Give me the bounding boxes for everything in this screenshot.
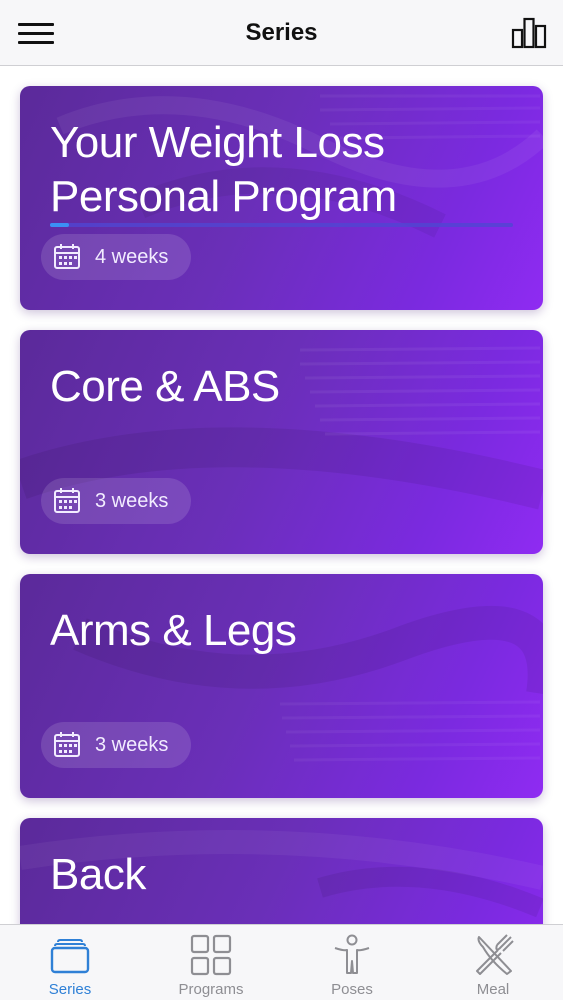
calendar-icon [54,488,80,513]
grid-icon [190,934,232,976]
series-title: Core & ABS [50,362,280,411]
page-title: Series [245,19,318,46]
tab-label: Meal [476,981,510,998]
tab-bar: Series Programs Poses Meal [0,924,563,1000]
program-progress-fill [50,223,69,227]
duration-badge: 3 weeks [41,722,191,768]
tab-label: Poses [331,981,373,998]
calendar-icon [54,732,80,757]
person-pose-icon [334,934,370,974]
app-screen: Series Your Weight Loss Personal Program [0,0,563,1000]
tab-poses[interactable]: Poses [282,925,422,1000]
series-card-weight-loss[interactable]: Your Weight Loss Personal Program 4 week… [20,86,543,310]
series-title: Arms & Legs [50,606,297,655]
nav-header: Series [0,0,563,66]
tab-meal[interactable]: Meal [423,925,563,1000]
fork-knife-icon [476,934,514,975]
calendar-icon [54,244,80,269]
series-list: Your Weight Loss Personal Program 4 week… [0,66,563,924]
series-title: Your Weight Loss Personal Program [50,118,397,221]
tab-label: Series [48,981,92,998]
series-stack-icon [50,939,90,974]
tab-label: Programs [178,981,244,998]
tab-programs[interactable]: Programs [141,925,281,1000]
series-title: Back [50,850,146,899]
tab-series[interactable]: Series [0,925,140,1000]
duration-label: 4 weeks [95,246,169,268]
duration-badge: 4 weeks [41,234,191,280]
duration-label: 3 weeks [95,734,169,756]
duration-badge: 3 weeks [41,478,191,524]
series-card-core-abs[interactable]: Core & ABS 3 weeks [20,330,543,554]
bar-chart-icon[interactable] [511,16,547,50]
series-card-arms-legs[interactable]: Arms & Legs 3 weeks [20,574,543,798]
series-card-back[interactable]: Back [20,818,543,924]
program-progress-bar [50,223,513,227]
duration-label: 3 weeks [95,490,169,512]
